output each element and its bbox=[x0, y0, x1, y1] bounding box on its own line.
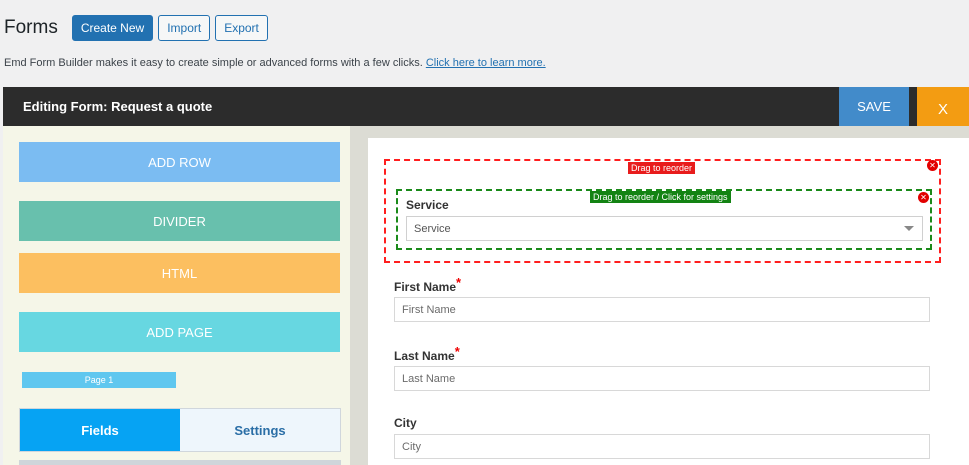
close-editor-button[interactable]: X bbox=[917, 87, 969, 126]
save-button[interactable]: SAVE bbox=[839, 87, 909, 126]
toolbox-panel: ADD ROW DIVIDER HTML ADD PAGE Page 1 Fie… bbox=[3, 126, 350, 465]
page-tab-1[interactable]: Page 1 bbox=[22, 372, 176, 388]
add-page-button[interactable]: ADD PAGE bbox=[19, 312, 340, 352]
x-circle-icon[interactable]: ✕ bbox=[918, 192, 929, 203]
html-button[interactable]: HTML bbox=[19, 253, 340, 293]
intro-text: Emd Form Builder makes it easy to create… bbox=[4, 57, 546, 69]
chevron-down-icon bbox=[904, 226, 914, 231]
city-label: City bbox=[394, 416, 417, 430]
export-button[interactable]: Export bbox=[215, 15, 268, 41]
import-button[interactable]: Import bbox=[158, 15, 211, 41]
learn-more-link[interactable]: Click here to learn more. bbox=[426, 57, 546, 69]
field-drag-handle[interactable]: Drag to reorder / Click for settings bbox=[590, 191, 731, 203]
create-new-button[interactable]: Create New bbox=[71, 15, 154, 41]
service-select-value: Service bbox=[414, 222, 451, 235]
page-title: Forms bbox=[4, 17, 58, 38]
form-canvas: Drag to reorder ✕ Drag to reorder / Clic… bbox=[368, 138, 969, 465]
editor-title: Editing Form: Request a quote bbox=[23, 99, 213, 114]
last-name-input[interactable] bbox=[394, 366, 930, 391]
last-name-label-text: Last Name bbox=[394, 349, 455, 363]
required-asterisk: * bbox=[454, 344, 460, 359]
editor-header: Editing Form: Request a quote SAVE X bbox=[3, 87, 969, 126]
first-name-label: First Name* bbox=[394, 275, 461, 294]
service-label: Service bbox=[406, 198, 449, 212]
intro-description: Emd Form Builder makes it easy to create… bbox=[4, 57, 423, 69]
first-name-input[interactable] bbox=[394, 297, 930, 322]
required-asterisk: * bbox=[456, 275, 462, 290]
tab-fields[interactable]: Fields bbox=[20, 409, 180, 451]
first-name-label-text: First Name bbox=[394, 280, 457, 294]
row-drag-handle[interactable]: Drag to reorder bbox=[628, 162, 696, 174]
x-circle-icon[interactable]: ✕ bbox=[927, 160, 938, 171]
city-input[interactable] bbox=[394, 434, 930, 459]
last-name-label: Last Name* bbox=[394, 344, 460, 363]
tab-settings[interactable]: Settings bbox=[180, 409, 340, 451]
divider-button[interactable]: DIVIDER bbox=[19, 201, 340, 241]
top-bar: Forms Create New Import Export bbox=[0, 14, 273, 42]
service-select[interactable]: Service bbox=[406, 216, 923, 241]
form-row[interactable]: Drag to reorder ✕ Drag to reorder / Clic… bbox=[384, 159, 941, 263]
toolbox-tabs: Fields Settings bbox=[19, 408, 341, 452]
add-row-button[interactable]: ADD ROW bbox=[19, 142, 340, 182]
form-field-service[interactable]: Drag to reorder / Click for settings ✕ S… bbox=[396, 189, 932, 250]
panel-divider bbox=[19, 460, 341, 465]
